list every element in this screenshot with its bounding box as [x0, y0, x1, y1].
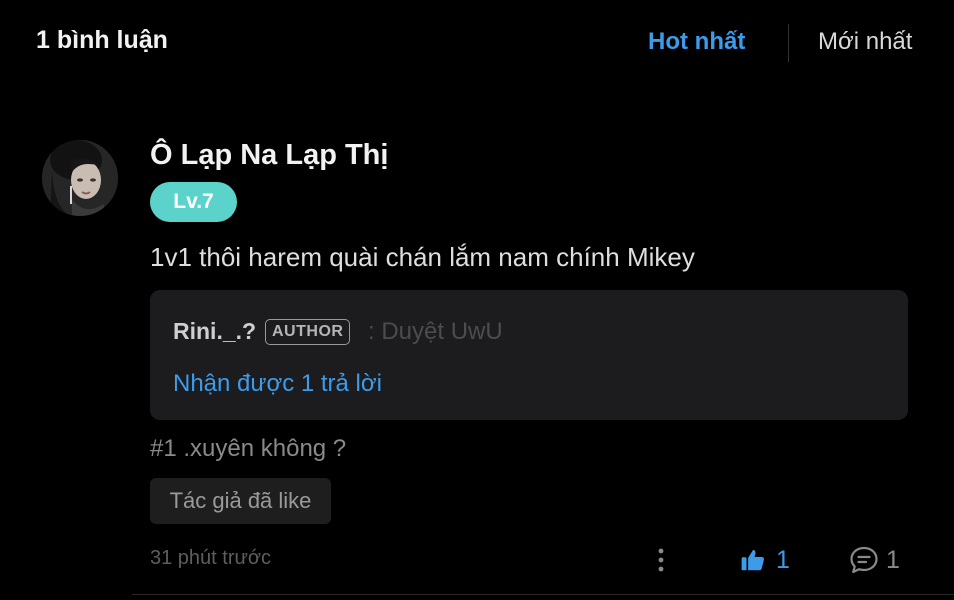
comment-tag: #1 .xuyên không ? [150, 435, 347, 462]
like-button[interactable]: 1 [740, 540, 790, 580]
reply-count: 1 [886, 545, 900, 574]
author-liked-badge: Tác giả đã like [150, 478, 331, 524]
level-badge: Lv.7 [150, 182, 237, 222]
bottom-divider [132, 594, 954, 595]
like-count: 1 [776, 545, 790, 574]
more-vertical-icon [658, 548, 664, 572]
reply-author[interactable]: Rini._.? [173, 318, 256, 345]
sort-divider [788, 24, 789, 62]
more-options-button[interactable] [652, 544, 670, 576]
sort-hot-tab[interactable]: Hot nhất [648, 28, 745, 56]
reply-box[interactable]: Rini._.? AUTHOR : Duyệt UwU Nhận được 1 … [150, 290, 908, 420]
header-comment-count: 1 bình luận [36, 26, 168, 54]
view-replies-link[interactable]: Nhận được 1 trả lời [173, 370, 382, 398]
author-tag: AUTHOR [265, 319, 351, 345]
comment-timestamp: 31 phút trước [150, 547, 272, 569]
comment-bubble-icon [850, 546, 878, 574]
comment-text: 1v1 thôi harem quài chán lắm nam chính M… [150, 242, 695, 272]
avatar[interactable] [42, 140, 118, 216]
sort-new-tab[interactable]: Mới nhất [818, 28, 912, 56]
reply-button[interactable]: 1 [848, 540, 900, 580]
comment-username[interactable]: Ô Lạp Na Lạp Thị [150, 139, 388, 172]
reply-text: : Duyệt UwU [368, 318, 503, 345]
thumbs-up-icon [741, 550, 764, 571]
